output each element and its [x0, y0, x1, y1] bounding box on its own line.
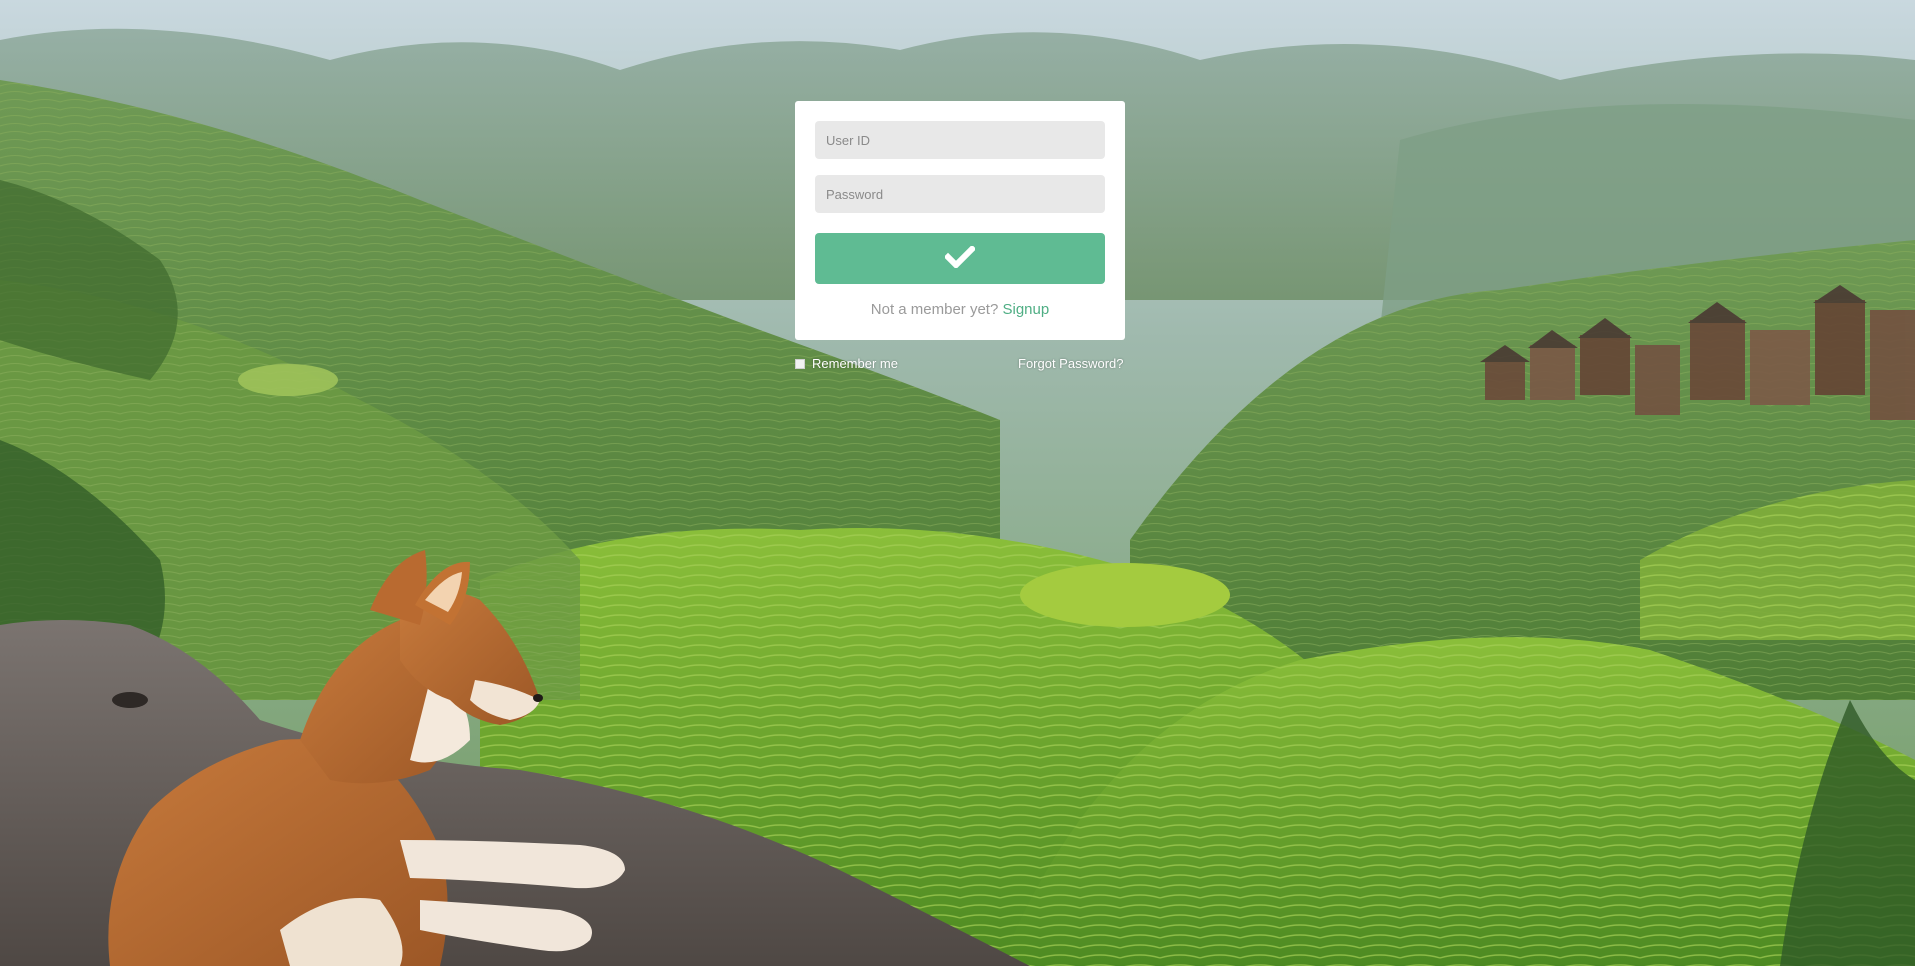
remember-me-label: Remember me — [812, 356, 898, 371]
checkmark-icon — [943, 244, 977, 271]
login-card: Not a member yet? Signup — [795, 101, 1125, 340]
remember-me[interactable]: Remember me — [795, 356, 898, 371]
signup-link[interactable]: Signup — [1003, 301, 1050, 318]
remember-me-checkbox[interactable] — [795, 358, 805, 369]
login-submit-button[interactable] — [815, 233, 1105, 284]
signup-prompt-line: Not a member yet? Signup — [815, 301, 1105, 318]
password-input[interactable] — [815, 175, 1105, 213]
forgot-password-link[interactable]: Forgot Password? — [1018, 356, 1124, 371]
user-id-input[interactable] — [815, 121, 1105, 159]
signup-prompt-text: Not a member yet? — [870, 301, 999, 318]
